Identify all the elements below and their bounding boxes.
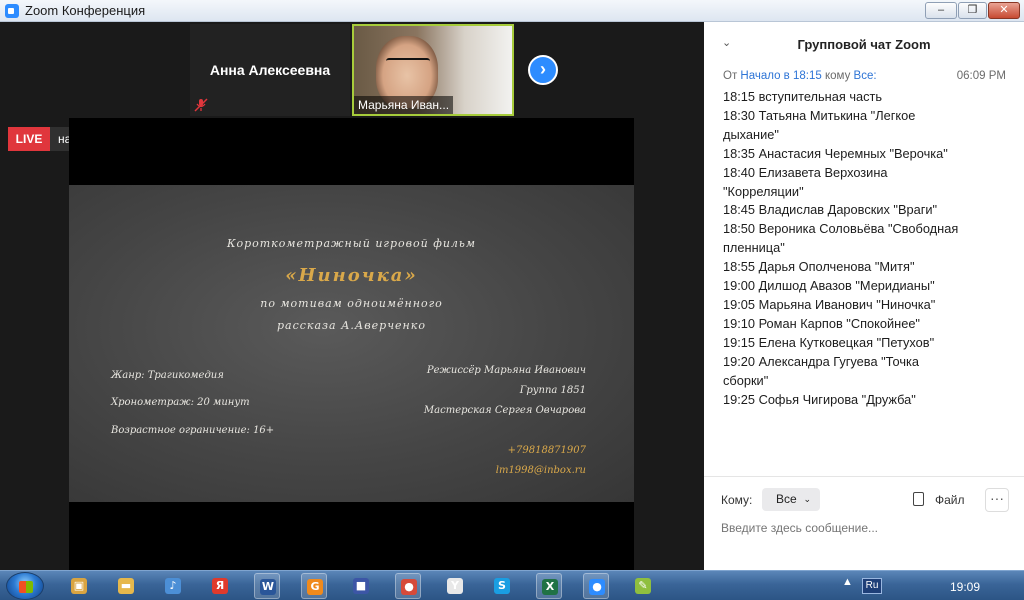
save-icon: ■ <box>353 578 369 594</box>
meta-from: От <box>723 70 738 82</box>
chat-message-line: 19:15 Елена Кутковецкая "Петухов" <box>723 334 935 350</box>
paint-taskbar-button[interactable]: ✎ <box>630 573 656 599</box>
word-icon: W <box>260 579 276 595</box>
meta-sender[interactable]: Начало в 18:15 <box>740 70 821 82</box>
message-meta: От Начало в 18:15 кому Все: <box>723 70 877 82</box>
start-button[interactable] <box>6 572 44 600</box>
window-title: Zoom Конференция <box>25 3 146 18</box>
minimize-button[interactable]: – <box>925 2 957 19</box>
chevron-down-icon: ⌄ <box>803 494 811 504</box>
message-time: 06:09 PM <box>956 70 1006 82</box>
poster-line: Короткометражный игровой фильм <box>226 237 477 250</box>
paint-icon: ✎ <box>635 578 651 594</box>
chat-message-line: "Корреляции" <box>723 183 804 199</box>
poster-age-rating: Возрастное ограничение: 16+ <box>111 425 275 436</box>
next-participants-button[interactable]: › <box>528 55 558 85</box>
poster-director: Режиссёр Марьяна Иванович <box>426 365 586 376</box>
chat-panel: ⌄ Групповой чат Zoom От Начало в 18:15 к… <box>704 22 1024 570</box>
chat-message-line: 19:25 Софья Чигирова "Дружба" <box>723 391 916 407</box>
media-player-taskbar-button[interactable]: ♪ <box>160 573 186 599</box>
yandex-icon: Я <box>212 578 228 594</box>
skype-icon: S <box>494 578 510 594</box>
divider <box>704 476 1024 477</box>
save-taskbar-button[interactable]: ■ <box>348 573 374 599</box>
windows-logo-icon <box>19 581 33 593</box>
meta-recipient[interactable]: Все: <box>854 70 877 82</box>
meta-to: кому <box>824 70 851 82</box>
maximize-button[interactable]: ❐ <box>958 2 987 19</box>
zoom-icon: ● <box>589 579 605 595</box>
clock[interactable]: 19:09 <box>950 580 980 594</box>
chat-message-line: 18:30 Татьяна Митькина "Легкое <box>723 107 916 123</box>
skype-taskbar-button[interactable]: S <box>489 573 515 599</box>
video-area: Анна Алексеевна Марьяна Иван... › LIVE н… <box>0 22 704 570</box>
yandex-browser-icon: Y <box>447 578 463 594</box>
word-taskbar-button[interactable]: W <box>254 573 280 599</box>
chrome-taskbar-button[interactable]: ● <box>395 573 421 599</box>
film-poster: Короткометражный игровой фильм «Ниночка»… <box>69 185 634 502</box>
g-app-icon: G <box>307 579 323 595</box>
explorer-icon: ▣ <box>71 578 87 594</box>
excel-taskbar-button[interactable]: X <box>536 573 562 599</box>
poster-genre: Жанр: Трагикомедия <box>111 370 224 381</box>
more-options-button[interactable]: ··· <box>985 488 1009 512</box>
yandex-browser-taskbar-button[interactable]: Y <box>442 573 468 599</box>
folder-icon: ▬ <box>118 578 134 594</box>
participant-name: Анна Алексеевна <box>209 62 331 78</box>
chat-message-line: 18:50 Вероника Соловьёва "Свободная <box>723 221 959 237</box>
g-app-taskbar-button[interactable]: G <box>301 573 327 599</box>
explorer-taskbar-button[interactable]: ▣ <box>66 573 92 599</box>
file-icon[interactable] <box>913 492 924 506</box>
chat-message-line: 19:00 Дилшод Авазов "Меридианы" <box>723 278 935 294</box>
chat-message-input[interactable] <box>721 518 1011 538</box>
recipient-label: Кому: <box>721 493 753 507</box>
chat-title: Групповой чат Zoom <box>797 37 931 52</box>
chat-message-line: сборки" <box>723 372 769 388</box>
chat-message-line: 19:20 Александра Гугуева "Точка <box>723 353 919 369</box>
poster-line: по мотивам одноимённого <box>260 297 443 310</box>
chat-message-line: 18:40 Елизавета Верхозина <box>723 164 888 180</box>
folder-taskbar-button[interactable]: ▬ <box>113 573 139 599</box>
poster-phone: +79818871907 <box>507 445 586 456</box>
muted-mic-icon <box>194 98 208 112</box>
excel-icon: X <box>542 579 558 595</box>
chat-message-line: 19:10 Роман Карпов "Спокойнее" <box>723 315 920 331</box>
poster-line: рассказа А.Аверченко <box>276 319 426 332</box>
poster-email: lm1998@inbox.ru <box>495 465 586 476</box>
language-indicator[interactable]: Ru <box>862 578 882 594</box>
chat-message-line: пленница" <box>723 240 785 256</box>
file-button[interactable]: Файл <box>935 493 965 507</box>
window-title-bar: Zoom Конференция – ❐ ✕ <box>0 0 1024 22</box>
recipient-dropdown[interactable]: Все ⌄ <box>762 488 820 511</box>
live-badge: LIVE <box>8 127 50 151</box>
recipient-value: Все <box>776 492 797 506</box>
chat-message-line: дыхание" <box>723 126 779 142</box>
poster-workshop: Мастерская Сергея Овчарова <box>423 405 586 416</box>
zoom-app-icon <box>5 4 19 18</box>
shared-screen: Короткометражный игровой фильм «Ниночка»… <box>69 118 634 570</box>
media-player-icon: ♪ <box>165 578 181 594</box>
close-button[interactable]: ✕ <box>988 2 1020 19</box>
poster-film-title: «Ниночка» <box>285 265 418 286</box>
participant-video-detail <box>386 58 430 68</box>
chat-message-line: 18:35 Анастасия Черемных "Верочка" <box>723 145 948 161</box>
chat-message-line: 19:05 Марьяна Иванович "Ниночка" <box>723 296 936 312</box>
poster-duration: Хронометраж: 20 минут <box>111 397 250 408</box>
zoom-taskbar-button[interactable]: ● <box>583 573 609 599</box>
yandex-taskbar-button[interactable]: Я <box>207 573 233 599</box>
chat-message: 18:15 вступительная часть 18:30 Татьяна М… <box>723 88 1008 409</box>
poster-group: Группа 1851 <box>519 385 586 396</box>
chat-message-line: 18:55 Дарья Ополченова "Митя" <box>723 259 915 275</box>
participant-tile-anna[interactable]: Анна Алексеевна <box>190 24 350 116</box>
chrome-icon: ● <box>401 579 417 595</box>
tray-expand-icon[interactable]: ▲ <box>842 576 853 588</box>
chat-message-line: 18:45 Владислав Даровских "Враги" <box>723 202 938 218</box>
chat-message-line: 18:15 вступительная часть <box>723 89 883 104</box>
participant-tile-marina[interactable]: Марьяна Иван... <box>352 24 514 116</box>
participant-name: Марьяна Иван... <box>354 96 454 114</box>
